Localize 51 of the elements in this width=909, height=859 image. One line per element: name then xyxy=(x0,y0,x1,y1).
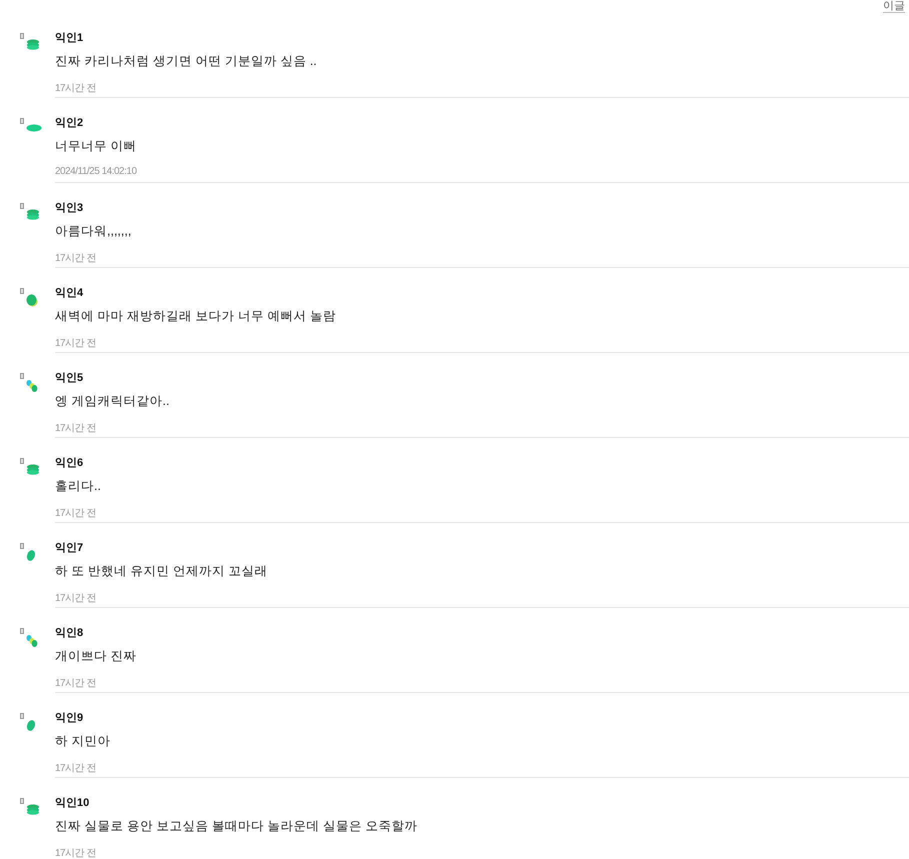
comment-author: 익인4 xyxy=(55,286,84,300)
comment-time: 17시간 전 xyxy=(55,252,96,265)
comment-text: 하 지민아 xyxy=(55,733,110,750)
comment-author: 익인7 xyxy=(55,541,84,555)
avatar-icon xyxy=(26,719,36,732)
broken-image-icon xyxy=(20,798,24,804)
comment-time: 17시간 전 xyxy=(55,847,96,859)
avatar-icon xyxy=(26,549,36,562)
comment-time: 2024/11/25 14:02:10 xyxy=(55,166,137,177)
comment-text: 홀리다.. xyxy=(55,478,101,495)
broken-image-icon xyxy=(20,373,24,379)
comment-time: 17시간 전 xyxy=(55,82,96,95)
comment-author: 익인2 xyxy=(55,116,84,130)
comment-author: 익인8 xyxy=(55,626,84,640)
avatar-icon xyxy=(26,634,38,648)
comment-text: 진짜 실물로 용안 보고싶음 볼때마다 놀라운데 실물은 오죽할까 xyxy=(55,818,418,835)
comment-time: 17시간 전 xyxy=(55,337,96,350)
broken-image-icon xyxy=(20,458,24,464)
comment-time: 17시간 전 xyxy=(55,677,96,690)
comment-author: 익인1 xyxy=(55,31,84,45)
comment-author: 익인9 xyxy=(55,711,84,725)
comment-time: 17시간 전 xyxy=(55,507,96,520)
broken-image-icon xyxy=(20,288,24,294)
broken-image-icon xyxy=(20,118,24,124)
top-link[interactable]: 이글 xyxy=(883,0,905,13)
avatar-icon xyxy=(26,124,42,132)
avatar-icon xyxy=(26,379,38,393)
comment-text: 너무너무 이뻐 xyxy=(55,138,136,155)
avatar-icon xyxy=(26,39,40,50)
comment-text: 진짜 카리나처럼 생기면 어떤 기분일까 싶음 .. xyxy=(55,53,317,70)
comment-author: 익인5 xyxy=(55,371,84,385)
avatar-icon xyxy=(26,804,40,815)
broken-image-icon xyxy=(20,543,24,549)
comment-text: 새벽에 마마 재방하길래 보다가 너무 예뻐서 놀람 xyxy=(55,308,336,325)
comment-text: 하 또 반했네 유지민 언제까지 꼬실래 xyxy=(55,563,268,580)
comment-time: 17시간 전 xyxy=(55,762,96,775)
avatar-icon xyxy=(26,294,38,307)
broken-image-icon xyxy=(20,33,24,39)
avatar-icon xyxy=(26,464,40,475)
broken-image-icon xyxy=(20,713,24,719)
comment-author: 익인3 xyxy=(55,201,84,215)
comment-time: 17시간 전 xyxy=(55,422,96,435)
comment-text: 아름다워,,,,,,, xyxy=(55,223,132,240)
comment-author: 익인6 xyxy=(55,456,84,470)
comment-author: 익인10 xyxy=(55,796,90,810)
avatar-icon xyxy=(26,209,40,220)
broken-image-icon xyxy=(20,203,24,209)
broken-image-icon xyxy=(20,628,24,634)
comment-text: 개이쁘다 진짜 xyxy=(55,648,136,665)
comment-time: 17시간 전 xyxy=(55,592,96,605)
comment-text: 엥 게임캐릭터같아.. xyxy=(55,393,170,410)
